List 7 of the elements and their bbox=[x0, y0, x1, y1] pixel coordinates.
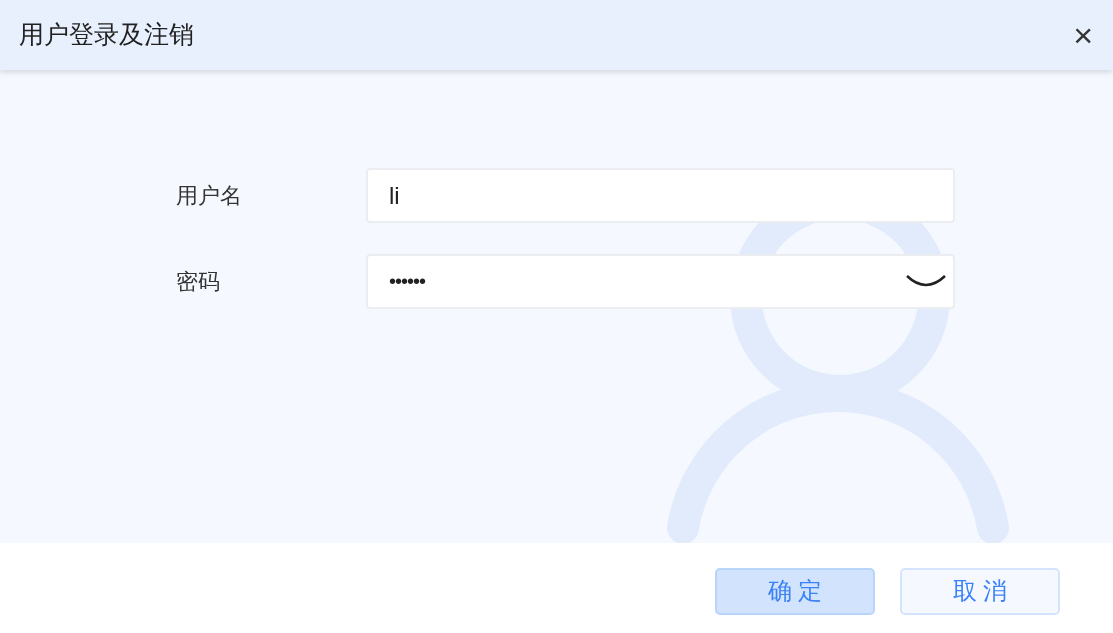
field-label: 用户名 bbox=[176, 182, 243, 210]
close-button[interactable]: × bbox=[1073, 18, 1093, 52]
eye-closed-icon[interactable] bbox=[905, 274, 947, 288]
username-field[interactable]: li bbox=[366, 168, 955, 223]
password-field[interactable]: •••••• bbox=[366, 254, 955, 309]
field-label: 密码 bbox=[176, 268, 221, 296]
dialog-title: 用户登录及注销 bbox=[19, 19, 194, 51]
